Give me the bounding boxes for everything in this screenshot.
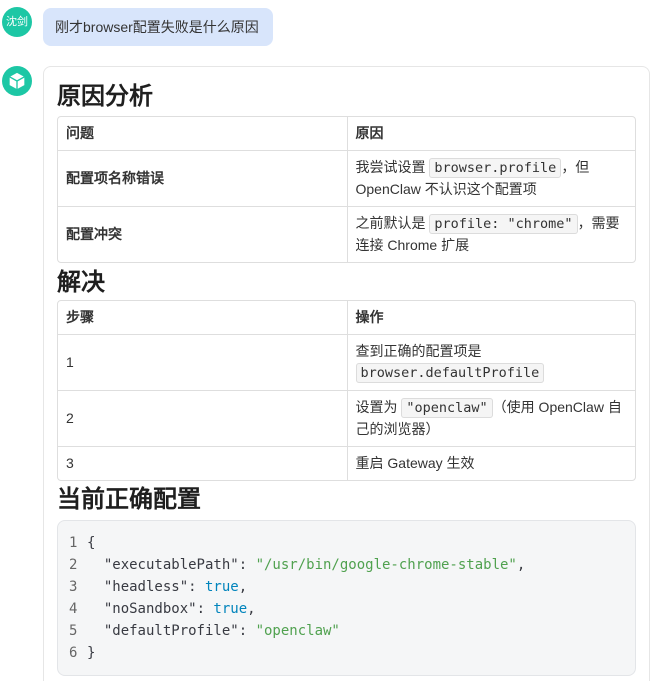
code-punctuation: { — [87, 535, 96, 551]
action-cell: 重启 Gateway 生效 — [346, 446, 635, 480]
cube-icon — [9, 72, 25, 90]
code-boolean-value: true — [205, 579, 239, 595]
action-text: 设置为 — [355, 399, 402, 415]
code-line: 1{ — [69, 532, 624, 554]
table-row: 2 设置为 "openclaw" （使用 OpenClaw 自己的浏览器） — [58, 390, 635, 446]
chat-window: 沈剑 刚才browser配置失败是什么原因 原因分析 问题 原因 配置项名称错误… — [0, 0, 668, 681]
table-header-row: 步骤 操作 — [58, 301, 635, 334]
column-header-step: 步骤 — [66, 309, 94, 325]
code-key: "noSandbox" — [103, 601, 197, 617]
reason-text: 我尝试设置 — [355, 159, 430, 175]
reason-text: 之前默认是 — [355, 215, 430, 231]
config-code-block: 1{ 2 "executablePath": "/usr/bin/google-c… — [57, 520, 636, 676]
user-avatar: 沈剑 — [2, 7, 32, 37]
code-punctuation: , — [238, 579, 248, 595]
assistant-avatar — [2, 66, 32, 96]
section-title-solution: 解决 — [57, 269, 105, 296]
step-cell: 3 — [58, 446, 347, 480]
column-header-issue: 问题 — [66, 125, 94, 141]
reason-cell: 我尝试设置 browser.profile ，但 OpenClaw 不认识这个配置… — [346, 150, 635, 206]
user-avatar-label: 沈剑 — [6, 15, 28, 28]
action-cell: 设置为 "openclaw" （使用 OpenClaw 自己的浏览器） — [346, 390, 635, 446]
inline-code: browser.defaultProfile — [355, 363, 545, 383]
step-cell: 1 — [58, 334, 347, 390]
action-text: 查到正确的配置项是 — [355, 343, 482, 359]
code-string-value: "openclaw" — [255, 623, 340, 639]
table-row: 3 重启 Gateway 生效 — [58, 446, 635, 480]
code-key: "executablePath" — [103, 557, 239, 573]
solution-table: 步骤 操作 1 查到正确的配置项是 browser.defaultProfile… — [57, 300, 636, 481]
assistant-message-card: 原因分析 问题 原因 配置项名称错误 我尝试设置 browser.profile… — [43, 66, 650, 681]
line-number: 3 — [69, 579, 78, 595]
table-row: 配置冲突 之前默认是 profile: "chrome" ，需要连接 Chrome… — [58, 206, 635, 262]
code-line: 4 "noSandbox": true, — [69, 598, 624, 620]
table-row: 配置项名称错误 我尝试设置 browser.profile ，但 OpenClaw… — [58, 150, 635, 206]
issue-cell: 配置冲突 — [58, 206, 347, 262]
line-number: 2 — [69, 557, 78, 573]
code-string-value: "/usr/bin/google-chrome-stable" — [255, 557, 517, 573]
line-number: 6 — [69, 645, 78, 661]
code-key: "headless" — [103, 579, 189, 595]
section-title-cause-analysis: 原因分析 — [57, 83, 153, 110]
cause-table: 问题 原因 配置项名称错误 我尝试设置 browser.profile ，但 Op… — [57, 116, 636, 263]
reason-cell: 之前默认是 profile: "chrome" ，需要连接 Chrome 扩展 — [346, 206, 635, 262]
code-key: "defaultProfile" — [103, 623, 239, 639]
code-line: 2 "executablePath": "/usr/bin/google-chro… — [69, 554, 624, 576]
code-punctuation: : — [238, 557, 256, 573]
code-punctuation: } — [87, 645, 96, 661]
user-message-bubble: 刚才browser配置失败是什么原因 — [43, 8, 273, 46]
line-number: 5 — [69, 623, 78, 639]
action-cell: 查到正确的配置项是 browser.defaultProfile — [346, 334, 635, 390]
code-punctuation: : — [188, 579, 205, 595]
line-number: 1 — [69, 535, 78, 551]
code-boolean-value: true — [213, 601, 248, 617]
action-text: 重启 Gateway 生效 — [355, 455, 475, 471]
code-line: 6} — [69, 642, 624, 664]
section-title-current-config: 当前正确配置 — [57, 486, 201, 513]
user-message-text: 刚才browser配置失败是什么原因 — [55, 19, 259, 35]
table-row: 1 查到正确的配置项是 browser.defaultProfile — [58, 334, 635, 390]
code-punctuation: , — [247, 601, 256, 617]
code-punctuation: : — [238, 623, 256, 639]
step-cell: 2 — [58, 390, 347, 446]
code-punctuation: , — [516, 557, 526, 573]
column-header-reason: 原因 — [346, 117, 636, 150]
table-header-row: 问题 原因 — [58, 117, 635, 150]
line-number: 4 — [69, 601, 78, 617]
column-header-action: 操作 — [346, 301, 636, 334]
code-line: 3 "headless": true, — [69, 576, 624, 598]
inline-code: profile: "chrome" — [429, 214, 578, 234]
inline-code: "openclaw" — [401, 398, 493, 418]
code-line: 5 "defaultProfile": "openclaw" — [69, 620, 624, 642]
code-punctuation: : — [196, 601, 214, 617]
issue-cell: 配置项名称错误 — [58, 150, 347, 206]
inline-code: browser.profile — [429, 158, 562, 178]
